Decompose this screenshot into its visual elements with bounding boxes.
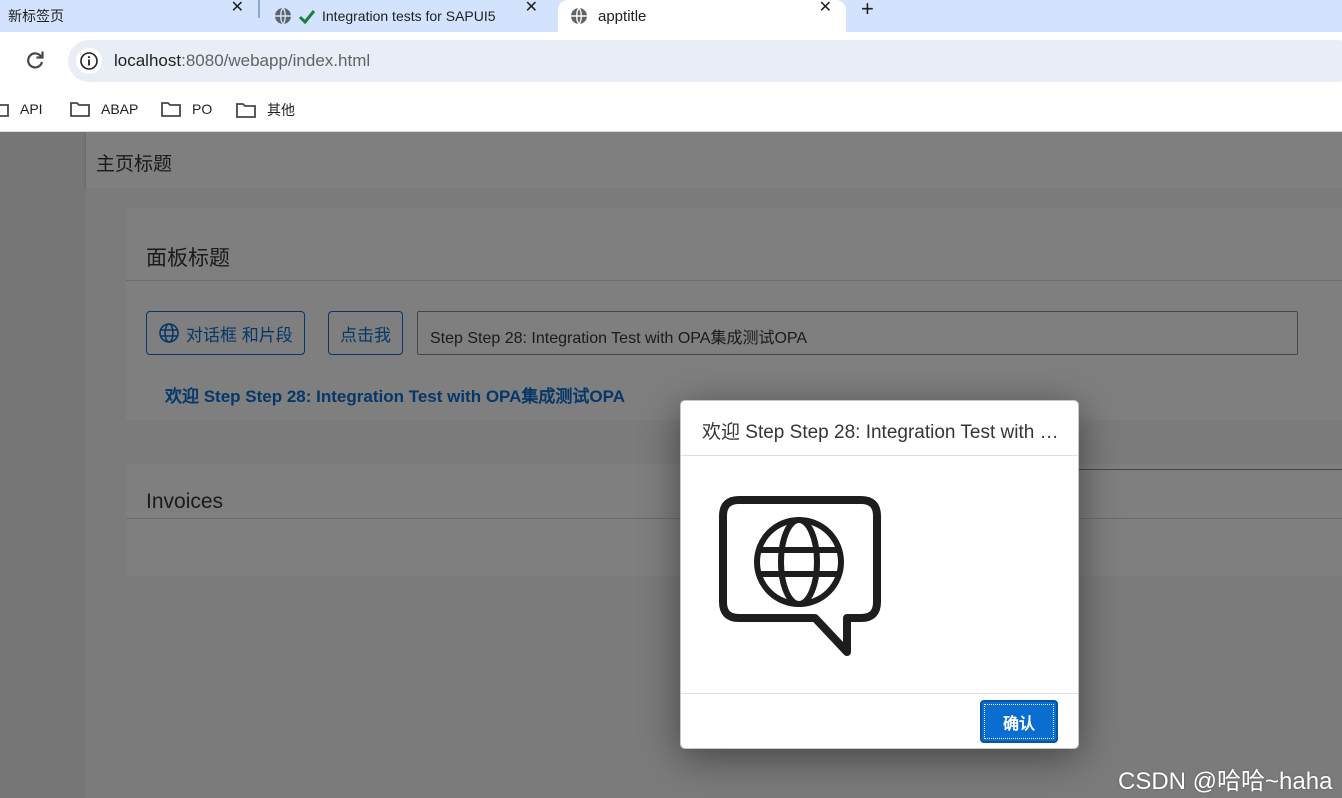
tab-integration-tests[interactable]: Integration tests for SAPUI5 ✕ <box>262 0 552 32</box>
bookmark-label: API <box>20 101 43 117</box>
dialog-confirm-button[interactable]: 确认 <box>980 700 1058 743</box>
tab-title: apptitle <box>598 7 647 25</box>
bookmark-label: PO <box>192 101 213 117</box>
dialog-header-divider <box>681 455 1078 456</box>
folder-icon <box>161 102 181 117</box>
close-icon[interactable]: ✕ <box>819 0 832 18</box>
bookmark-label: 其他 <box>267 102 295 118</box>
checkmark-icon <box>298 10 316 24</box>
browser-toolbar: localhost:8080/webapp/index.html <box>0 32 1342 90</box>
tab-title: Integration tests for SAPUI5 <box>322 8 496 24</box>
folder-icon <box>236 103 256 118</box>
reload-icon[interactable] <box>24 50 46 72</box>
close-icon[interactable]: ✕ <box>525 0 538 18</box>
tab-new-tab[interactable]: 新标签页 ✕ <box>0 0 258 32</box>
tab-apptitle[interactable]: apptitle ✕ <box>558 0 846 32</box>
url-host: localhost <box>114 51 182 70</box>
tab-title: 新标签页 <box>8 8 64 24</box>
bookmark-folder-api[interactable]: API <box>0 100 43 118</box>
bookmark-folder-other[interactable]: 其他 <box>235 100 295 120</box>
bookmark-folder-po[interactable]: PO <box>160 100 212 118</box>
url-text: localhost:8080/webapp/index.html <box>114 51 370 71</box>
bookmark-folder-abap[interactable]: ABAP <box>69 100 138 118</box>
tab-strip: 新标签页 ✕ Integration tests for SAPUI5 ✕ ap… <box>0 0 1342 32</box>
bookmarks-bar: API ABAP PO 其他 <box>0 90 1342 132</box>
dialog-footer-divider <box>681 693 1078 694</box>
address-bar[interactable]: localhost:8080/webapp/index.html <box>68 40 1342 82</box>
tab-separator <box>258 0 260 18</box>
world-speech-bubble-icon <box>719 496 881 656</box>
site-info-icon[interactable] <box>76 48 102 74</box>
bookmark-label: ABAP <box>101 101 139 117</box>
watermark-text: CSDN @哈哈~haha <box>1118 768 1333 795</box>
hello-dialog: 欢迎 Step Step 28: Integration Test with O… <box>680 400 1079 749</box>
dialog-title: 欢迎 Step Step 28: Integration Test with O… <box>702 422 1062 443</box>
globe-icon <box>275 7 291 25</box>
new-tab-button[interactable]: + <box>861 0 874 22</box>
folder-icon <box>0 104 9 117</box>
url-path: :8080/webapp/index.html <box>181 51 371 70</box>
modal-backdrop <box>0 132 1342 798</box>
folder-icon <box>70 102 90 117</box>
globe-icon <box>571 7 587 25</box>
close-icon[interactable]: ✕ <box>231 0 244 18</box>
